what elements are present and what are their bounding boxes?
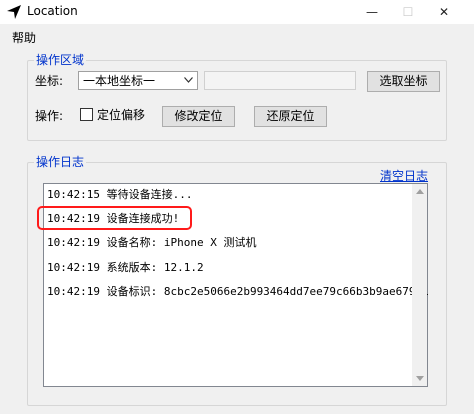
menu-bar: 帮助 bbox=[0, 24, 474, 46]
coordinate-select-value: 一本地坐标一 bbox=[83, 74, 156, 88]
scroll-down-arrow-icon[interactable] bbox=[412, 371, 427, 386]
operations-group-title: 操作区域 bbox=[34, 53, 87, 67]
clear-log-link[interactable]: 清空日志 bbox=[380, 169, 428, 183]
success-highlight-box bbox=[37, 206, 192, 230]
operation-label: 操作: bbox=[35, 109, 64, 123]
coordinate-select[interactable]: 一本地坐标一 bbox=[78, 71, 198, 90]
maximize-button[interactable]: ☐ bbox=[390, 0, 426, 24]
offset-checkbox[interactable] bbox=[80, 108, 93, 121]
coordinate-input[interactable] bbox=[204, 71, 356, 90]
log-line: 10:42:19 系统版本: 12.1.2 bbox=[47, 261, 204, 274]
minimize-button[interactable]: — bbox=[354, 0, 390, 24]
restore-location-button[interactable]: 还原定位 bbox=[254, 106, 327, 127]
modify-location-button[interactable]: 修改定位 bbox=[162, 106, 235, 127]
log-group-title: 操作日志 bbox=[34, 155, 87, 169]
close-button[interactable]: ✕ bbox=[426, 0, 462, 24]
menu-help[interactable]: 帮助 bbox=[8, 29, 40, 46]
select-coordinate-button[interactable]: 选取坐标 bbox=[367, 71, 440, 92]
chevron-down-icon bbox=[182, 74, 194, 88]
log-line: 10:42:19 设备标识: 8cbc2e5066e2b993464dd7ee7… bbox=[47, 285, 429, 298]
log-scrollbar[interactable] bbox=[412, 184, 427, 386]
offset-checkbox-label[interactable]: 定位偏移 bbox=[97, 107, 145, 123]
window-title: Location bbox=[27, 4, 78, 18]
location-arrow-icon bbox=[7, 5, 21, 19]
log-line: 10:42:19 设备名称: iPhone X 测试机 bbox=[47, 236, 257, 249]
log-line: 10:42:15 等待设备连接... bbox=[47, 188, 193, 201]
coordinate-label: 坐标: bbox=[35, 74, 64, 88]
scroll-up-arrow-icon[interactable] bbox=[412, 184, 427, 199]
title-bar: Location — ☐ ✕ bbox=[0, 0, 474, 24]
